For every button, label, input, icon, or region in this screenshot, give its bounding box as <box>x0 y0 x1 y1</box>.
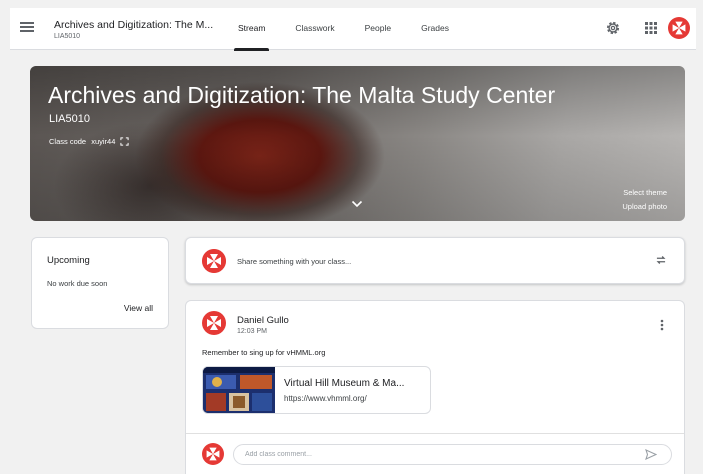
stream-post: Daniel Gullo 12:03 PM Remember to sing u… <box>185 300 685 474</box>
upcoming-card: Upcoming No work due soon View all <box>31 237 169 329</box>
attachment-title[interactable]: Virtual Hill Museum & Ma... <box>284 378 404 389</box>
apps-grid-icon[interactable] <box>642 19 660 37</box>
header-class-section: LIA5010 <box>54 33 81 40</box>
tab-people[interactable]: People <box>353 8 403 50</box>
more-options-icon[interactable] <box>660 319 664 331</box>
tab-stream[interactable]: Stream <box>226 8 277 51</box>
class-banner: Archives and Digitization: The Malta Stu… <box>30 66 685 221</box>
fullscreen-icon[interactable] <box>120 137 130 146</box>
post-time: 12:03 PM <box>237 328 267 335</box>
banner-title[interactable]: Archives and Digitization: The Malta Stu… <box>48 82 555 109</box>
attachment-url[interactable]: https://www.vhmml.org/ <box>284 394 367 403</box>
avatar <box>202 443 224 465</box>
tab-bar: Stream Classwork People Grades <box>226 8 467 51</box>
upload-photo-link[interactable]: Upload photo <box>622 202 667 211</box>
avatar <box>202 311 226 335</box>
class-code-value: xuyir44 <box>91 137 116 146</box>
post-author: Daniel Gullo <box>237 315 289 326</box>
tab-grades[interactable]: Grades <box>409 8 461 50</box>
header-class-title[interactable]: Archives and Digitization: The M... <box>54 19 213 31</box>
share-announcement-box[interactable]: Share something with your class... <box>185 237 685 284</box>
send-icon[interactable] <box>645 449 657 460</box>
class-comment-input[interactable] <box>233 444 672 465</box>
post-body: Remember to sing up for vHMML.org <box>202 348 326 357</box>
repost-icon[interactable] <box>654 253 668 267</box>
top-app-bar: Archives and Digitization: The M... LIA5… <box>10 8 696 51</box>
select-theme-link[interactable]: Select theme <box>623 188 667 197</box>
avatar[interactable] <box>668 17 690 39</box>
banner-section: LIA5010 <box>49 113 90 125</box>
menu-icon[interactable] <box>20 20 34 34</box>
attachment-thumbnail <box>203 367 275 413</box>
upcoming-title: Upcoming <box>47 255 90 266</box>
tab-classwork[interactable]: Classwork <box>283 8 346 50</box>
view-all-link[interactable]: View all <box>124 303 153 313</box>
avatar <box>202 249 226 273</box>
divider <box>186 433 684 434</box>
class-code-label: Class code <box>49 137 87 146</box>
gear-icon[interactable] <box>604 19 622 37</box>
share-placeholder[interactable]: Share something with your class... <box>237 257 351 266</box>
class-code-row: Class code xuyir44 <box>49 137 130 146</box>
chevron-down-icon[interactable] <box>351 200 363 208</box>
upcoming-status: No work due soon <box>47 279 108 288</box>
link-attachment[interactable]: Virtual Hill Museum & Ma... https://www.… <box>202 366 431 414</box>
